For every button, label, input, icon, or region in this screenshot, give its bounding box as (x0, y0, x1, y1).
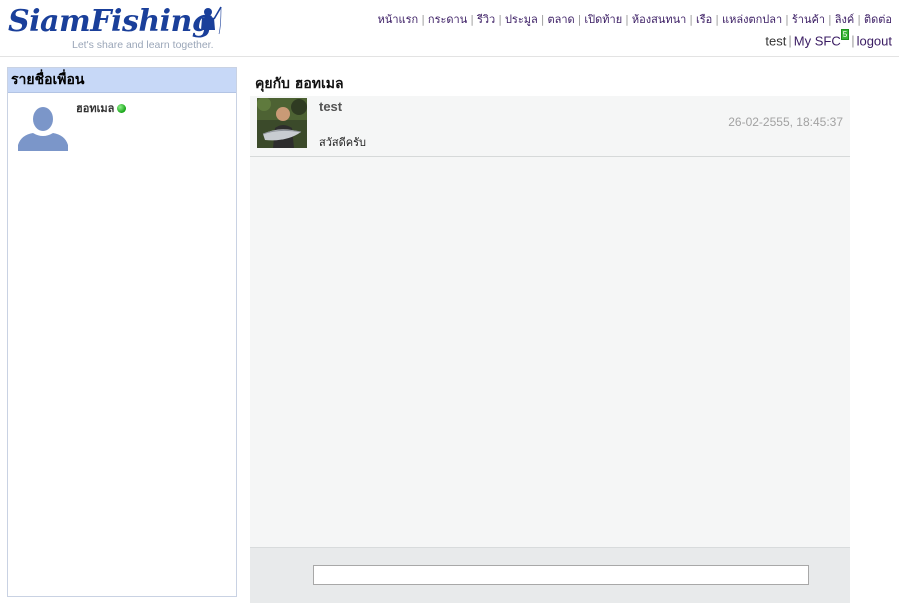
nav-separator: | (788, 33, 792, 49)
logout-link[interactable]: logout (857, 33, 892, 48)
logo-tagline: Let's share and learn together. (72, 39, 214, 51)
friend-item[interactable]: ฮอทเมล (8, 93, 236, 153)
friends-panel: รายชื่อเพื่อน ฮอทเมล (7, 67, 237, 597)
nav-links[interactable]: ลิงค์ (835, 13, 854, 26)
nav-separator: | (577, 13, 582, 26)
message-composer (250, 547, 850, 603)
nav-market[interactable]: ตลาด (547, 13, 574, 26)
nav-separator: | (785, 13, 789, 26)
username: test (765, 33, 787, 49)
nav-boat[interactable]: เรือ (696, 13, 712, 26)
nav-separator: | (470, 13, 474, 26)
chat-title: คุยกับ ฮอทเมล (255, 76, 344, 92)
nav-separator: | (857, 13, 861, 26)
notification-badge[interactable]: 5 (840, 29, 850, 40)
header-divider (0, 56, 899, 57)
default-avatar-icon[interactable] (18, 101, 68, 151)
chat-message: test 26-02-2555, 18:45:37 สวัสดีครับ (250, 96, 850, 157)
message-text: สวัสดีครับ (319, 136, 366, 149)
message-timestamp: 26-02-2555, 18:45:37 (728, 115, 843, 129)
nav-separator: | (498, 13, 502, 26)
nav-chatroom[interactable]: ห้องสนทนา (632, 13, 686, 26)
my-sfc-link[interactable]: My SFC (794, 33, 841, 48)
site-logo[interactable]: SiamFishing Let's share and learn togeth… (8, 4, 222, 52)
nav-separator: | (828, 13, 832, 26)
sender-photo[interactable] (257, 98, 307, 148)
fisherman-icon (201, 6, 222, 35)
nav-shops[interactable]: ร้านค้า (792, 13, 825, 26)
logo-text: SiamFishing (8, 4, 213, 39)
nav-auction[interactable]: ประมูล (505, 13, 538, 26)
nav-home[interactable]: หน้าแรก (378, 13, 419, 26)
nav-contact[interactable]: ติดต่อ (864, 13, 892, 26)
nav-review[interactable]: รีวิว (477, 13, 495, 26)
nav-separator: | (689, 13, 694, 26)
message-sender: test (319, 99, 343, 114)
nav-separator: | (851, 33, 855, 49)
online-status-icon (117, 103, 127, 113)
friend-name: ฮอทเมล (76, 102, 115, 115)
nav-car-boot[interactable]: เปิดท้าย (584, 13, 622, 26)
message-input[interactable] (313, 565, 809, 585)
nav-board[interactable]: กระดาน (428, 13, 467, 26)
friends-panel-title: รายชื่อเพื่อน (8, 68, 236, 93)
nav-separator: | (715, 13, 720, 26)
nav-separator: | (625, 13, 629, 26)
nav-separator: | (540, 13, 545, 26)
nav-separator: | (421, 13, 425, 26)
user-nav: test | My SFC 5 | logout (765, 29, 892, 49)
nav-fishing-spots[interactable]: แหล่งตกปลา (722, 13, 782, 26)
friend-name-row[interactable]: ฮอทเมล (76, 99, 127, 117)
chat-messages[interactable]: test 26-02-2555, 18:45:37 สวัสดีครับ (250, 96, 850, 547)
main-nav: หน้าแรก | กระดาน | รีวิว | ประมูล | ตลาด | เปิดท้า… (378, 10, 892, 28)
